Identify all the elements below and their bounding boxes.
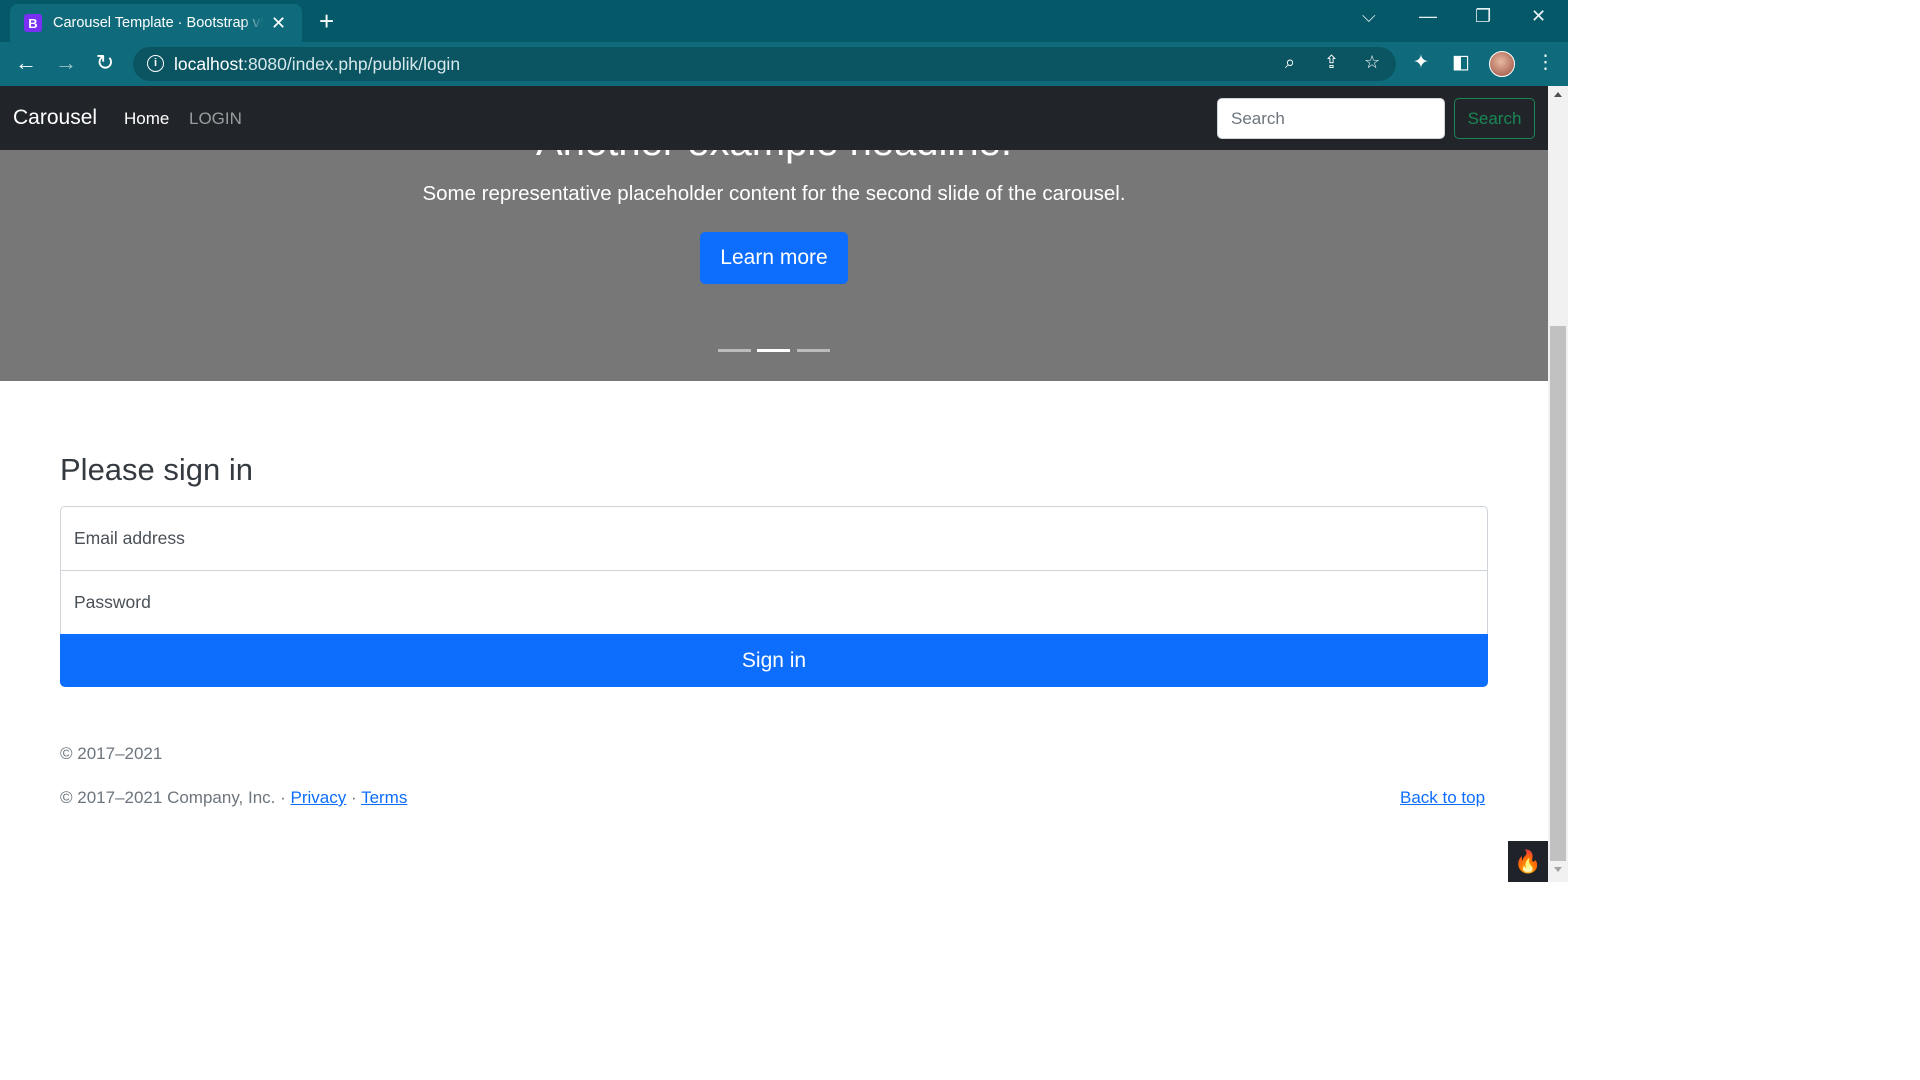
scroll-down-arrow-icon[interactable]: [1554, 867, 1562, 872]
restore-icon[interactable]: ❐: [1475, 6, 1491, 27]
minimize-icon[interactable]: —: [1419, 6, 1437, 27]
nav-link-home[interactable]: Home: [124, 109, 169, 129]
carousel-indicator-2[interactable]: [757, 349, 790, 352]
url-text[interactable]: localhost:8080/index.php/publik/login: [174, 54, 460, 75]
codeigniter-flame-icon[interactable]: 🔥: [1508, 841, 1548, 882]
nav-link-login[interactable]: LOGIN: [189, 109, 242, 129]
scroll-up-arrow-icon[interactable]: [1554, 92, 1562, 97]
browser-tab[interactable]: B Carousel Template · Bootstrap v5.1 ✕: [10, 4, 302, 42]
browser-toolbar: ← → ↻ i localhost:8080/index.php/publik/…: [0, 42, 1568, 86]
sign-in-button[interactable]: Sign in: [60, 634, 1488, 687]
tab-search-chevron-icon[interactable]: ⌵: [1362, 6, 1376, 27]
back-icon[interactable]: ←: [12, 50, 40, 76]
carousel-caption: Some representative placeholder content …: [422, 182, 1126, 205]
tab-close-icon[interactable]: ✕: [271, 13, 286, 34]
bootstrap-favicon-icon: B: [24, 14, 42, 32]
tab-title: Carousel Template · Bootstrap v5.1: [53, 15, 263, 31]
site-info-icon[interactable]: i: [147, 55, 164, 72]
navbar-brand[interactable]: Carousel: [13, 106, 97, 130]
reload-icon[interactable]: ↻: [91, 50, 119, 76]
new-tab-icon[interactable]: +: [319, 6, 334, 37]
profile-avatar[interactable]: [1489, 51, 1515, 77]
site-navbar: Carousel Home LOGIN Search Search: [0, 86, 1548, 150]
carousel-indicator-1[interactable]: [718, 349, 751, 352]
zoom-icon[interactable]: ⌕: [1285, 52, 1295, 73]
email-field[interactable]: Email address: [60, 506, 1488, 571]
signin-heading: Please sign in: [60, 452, 254, 487]
close-window-icon[interactable]: ✕: [1531, 6, 1546, 27]
browser-menu-icon[interactable]: ⋮: [1536, 51, 1555, 74]
browser-tab-strip: B Carousel Template · Bootstrap v5.1 ✕ +…: [0, 0, 1568, 42]
navbar-search-button[interactable]: Search: [1454, 98, 1535, 139]
carousel-indicator-3[interactable]: [797, 349, 830, 352]
footer-text: © 2017–2021 Company, Inc. · Privacy · Te…: [60, 788, 408, 807]
privacy-link[interactable]: Privacy: [291, 788, 347, 807]
password-field[interactable]: Password: [60, 570, 1488, 635]
bookmark-star-icon[interactable]: ☆: [1364, 52, 1380, 73]
terms-link[interactable]: Terms: [361, 788, 407, 807]
page-scrollbar[interactable]: [1548, 86, 1568, 882]
forward-icon[interactable]: →: [52, 50, 80, 76]
extensions-puzzle-icon[interactable]: ✦: [1413, 51, 1429, 74]
share-icon[interactable]: ⇪: [1324, 52, 1339, 73]
navbar-search-input[interactable]: Search: [1217, 98, 1445, 139]
signin-copyright: © 2017–2021: [60, 744, 163, 763]
learn-more-button[interactable]: Learn more: [700, 232, 848, 284]
back-to-top-link[interactable]: Back to top: [1400, 788, 1485, 808]
address-bar[interactable]: i localhost:8080/index.php/publik/login …: [133, 47, 1396, 81]
web-page: Another example headline. Some represent…: [0, 86, 1548, 882]
side-panel-icon[interactable]: ◧: [1452, 51, 1470, 74]
scrollbar-thumb[interactable]: [1550, 326, 1566, 861]
